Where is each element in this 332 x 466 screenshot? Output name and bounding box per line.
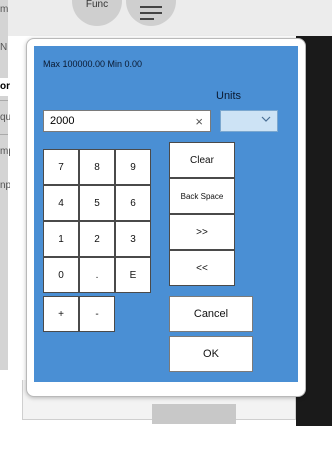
clear-button[interactable]: Clear bbox=[169, 142, 235, 178]
background-side-label-selected[interactable]: or bbox=[0, 78, 10, 96]
chevron-down-icon bbox=[261, 116, 271, 122]
func-button-label: Func bbox=[85, 0, 109, 10]
background-divider bbox=[0, 100, 8, 101]
key-6[interactable]: 6 bbox=[115, 185, 151, 221]
units-label: Units bbox=[216, 90, 242, 102]
forward-button[interactable]: >> bbox=[169, 214, 235, 250]
key-1[interactable]: 1 bbox=[43, 221, 79, 257]
key-plus[interactable]: + bbox=[43, 296, 79, 332]
clear-input-icon[interactable]: × bbox=[195, 114, 203, 129]
backspace-button[interactable]: Back Space bbox=[169, 178, 235, 214]
background-side-label[interactable]: mp bbox=[0, 146, 10, 157]
range-limits-text: Max 100000.00 Min 0.00 bbox=[43, 59, 143, 69]
background-side-label: N bbox=[0, 42, 8, 53]
key-2[interactable]: 2 bbox=[79, 221, 115, 257]
units-dropdown[interactable] bbox=[220, 110, 278, 132]
key-decimal[interactable]: . bbox=[79, 257, 115, 293]
key-8[interactable]: 8 bbox=[79, 149, 115, 185]
ok-button[interactable]: OK bbox=[169, 336, 253, 372]
background-side-label[interactable]: qu bbox=[0, 112, 10, 123]
cancel-button[interactable]: Cancel bbox=[169, 296, 253, 332]
key-9[interactable]: 9 bbox=[115, 149, 151, 185]
key-7[interactable]: 7 bbox=[43, 149, 79, 185]
key-4[interactable]: 4 bbox=[43, 185, 79, 221]
menu-icon bbox=[140, 6, 162, 20]
background-side-label: m bbox=[0, 4, 9, 15]
value-text: 2000 bbox=[50, 115, 75, 127]
numeric-input-dialog: Max 100000.00 Min 0.00 Units 2000 × 7 8 … bbox=[26, 38, 306, 397]
value-input[interactable]: 2000 × bbox=[43, 110, 211, 132]
key-exponent[interactable]: E bbox=[115, 257, 151, 293]
background-side-label[interactable]: np bbox=[0, 180, 10, 191]
key-3[interactable]: 3 bbox=[115, 221, 151, 257]
key-0[interactable]: 0 bbox=[43, 257, 79, 293]
key-minus[interactable]: - bbox=[79, 296, 115, 332]
background-gray-block bbox=[152, 404, 236, 424]
key-5[interactable]: 5 bbox=[79, 185, 115, 221]
dialog-body: Max 100000.00 Min 0.00 Units 2000 × 7 8 … bbox=[34, 46, 298, 382]
back-button[interactable]: << bbox=[169, 250, 235, 286]
background-divider bbox=[0, 134, 8, 135]
